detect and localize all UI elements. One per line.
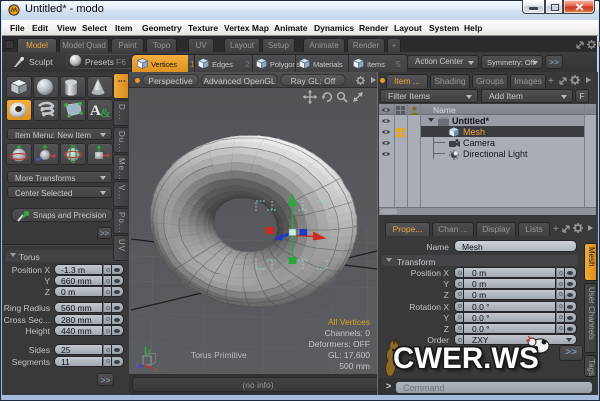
- svg-text:z: z: [135, 362, 138, 369]
- svg-text:&: &: [100, 105, 111, 119]
- svg-text:x: x: [154, 367, 158, 373]
- svg-text:y: y: [148, 348, 152, 355]
